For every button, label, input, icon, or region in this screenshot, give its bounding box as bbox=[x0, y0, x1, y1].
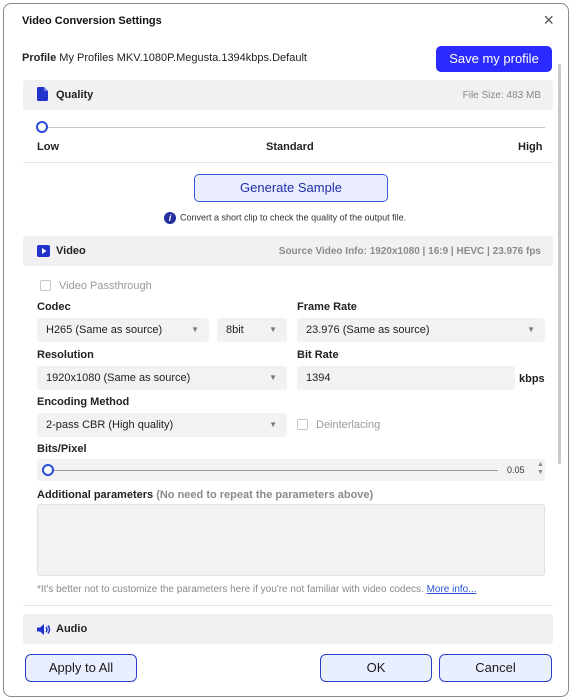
video-conversion-dialog: Video Conversion Settings × Profile My P… bbox=[3, 3, 569, 697]
spin-up-icon[interactable]: ▲ bbox=[537, 461, 544, 469]
close-icon[interactable]: × bbox=[543, 11, 554, 29]
document-icon bbox=[37, 87, 48, 101]
chevron-down-icon: ▼ bbox=[269, 373, 277, 382]
quality-low-label: Low bbox=[37, 141, 59, 153]
checkbox-box bbox=[297, 419, 308, 430]
quality-high-label: High bbox=[518, 141, 543, 153]
chevron-down-icon: ▼ bbox=[269, 420, 277, 429]
frame-rate-value: 23.976 (Same as source) bbox=[306, 324, 430, 336]
dialog-title: Video Conversion Settings bbox=[22, 15, 162, 27]
bits-per-pixel-label: Bits/Pixel bbox=[37, 443, 87, 455]
resolution-value: 1920x1080 (Same as source) bbox=[46, 372, 191, 384]
encoding-method-label: Encoding Method bbox=[37, 396, 130, 408]
audio-section-header[interactable]: Audio bbox=[23, 614, 553, 644]
info-icon: i bbox=[164, 212, 176, 224]
profile-label: Profile bbox=[22, 52, 57, 64]
encoding-method-value: 2-pass CBR (High quality) bbox=[46, 419, 174, 431]
additional-parameters-textarea[interactable] bbox=[37, 504, 545, 576]
divider bbox=[23, 162, 553, 163]
bit-rate-label: Bit Rate bbox=[297, 349, 339, 361]
additional-parameters-title: Additional parameters bbox=[37, 489, 154, 501]
video-passthrough-checkbox[interactable]: Video Passthrough bbox=[40, 280, 152, 292]
ok-button[interactable]: OK bbox=[320, 654, 432, 682]
chevron-down-icon: ▼ bbox=[269, 325, 277, 334]
video-section-header[interactable]: Video Source Video Info: 1920x1080 | 16:… bbox=[23, 236, 553, 266]
more-info-link[interactable]: More info... bbox=[427, 584, 477, 595]
frame-rate-label: Frame Rate bbox=[297, 301, 357, 313]
generate-hint-text: Convert a short clip to check the qualit… bbox=[180, 212, 407, 223]
bit-rate-value: 1394 bbox=[306, 372, 331, 384]
generate-sample-button[interactable]: Generate Sample bbox=[194, 174, 388, 202]
generate-hint: i Convert a short clip to check the quali… bbox=[164, 212, 406, 224]
quality-slider-handle[interactable] bbox=[36, 121, 48, 133]
title-bar: Video Conversion Settings × bbox=[4, 4, 568, 38]
codec-select[interactable]: H265 (Same as source) ▼ bbox=[37, 318, 209, 342]
quality-title: Quality bbox=[56, 89, 94, 101]
codec-value: H265 (Same as source) bbox=[46, 324, 163, 336]
cancel-button[interactable]: Cancel bbox=[439, 654, 552, 682]
audio-title: Audio bbox=[56, 623, 88, 635]
apply-to-all-button[interactable]: Apply to All bbox=[25, 654, 137, 682]
quality-slider-track[interactable] bbox=[42, 127, 545, 128]
bit-depth-value: 8bit bbox=[226, 324, 244, 336]
spin-down-icon[interactable]: ▼ bbox=[537, 469, 544, 477]
encoding-method-select[interactable]: 2-pass CBR (High quality) ▼ bbox=[37, 413, 287, 437]
parameters-note-text: *It's better not to customize the parame… bbox=[37, 584, 424, 595]
file-size: File Size: 483 MB bbox=[462, 90, 541, 101]
bits-per-pixel-slider-track[interactable] bbox=[48, 470, 498, 471]
additional-parameters-label: Additional parameters (No need to repeat… bbox=[37, 489, 373, 501]
bit-rate-unit: kbps bbox=[519, 373, 545, 385]
additional-parameters-sub: (No need to repeat the parameters above) bbox=[156, 489, 374, 501]
bits-per-pixel-value[interactable]: 0.05 bbox=[507, 465, 525, 475]
bit-rate-input[interactable]: 1394 bbox=[297, 366, 515, 390]
quality-standard-label: Standard bbox=[266, 141, 314, 153]
video-passthrough-label: Video Passthrough bbox=[59, 280, 152, 292]
quality-section-header[interactable]: Quality File Size: 483 MB bbox=[23, 80, 553, 110]
profile-value: My Profiles MKV.1080P.Megusta.1394kbps.D… bbox=[59, 52, 307, 64]
source-video-info: Source Video Info: 1920x1080 | 16:9 | HE… bbox=[278, 246, 541, 257]
speaker-icon bbox=[37, 624, 51, 635]
frame-rate-select[interactable]: 23.976 (Same as source) ▼ bbox=[297, 318, 545, 342]
bits-per-pixel-slider-handle[interactable] bbox=[42, 464, 54, 476]
video-play-icon bbox=[37, 245, 50, 257]
resolution-label: Resolution bbox=[37, 349, 94, 361]
resolution-select[interactable]: 1920x1080 (Same as source) ▼ bbox=[37, 366, 287, 390]
deinterlacing-checkbox[interactable]: Deinterlacing bbox=[297, 419, 380, 431]
deinterlacing-label: Deinterlacing bbox=[316, 419, 381, 431]
codec-label: Codec bbox=[37, 301, 71, 313]
profile-row: Profile My Profiles MKV.1080P.Megusta.13… bbox=[22, 52, 307, 64]
divider bbox=[23, 605, 553, 606]
chevron-down-icon: ▼ bbox=[527, 325, 535, 334]
chevron-down-icon: ▼ bbox=[191, 325, 199, 334]
scrollbar[interactable] bbox=[558, 64, 561, 464]
save-profile-button[interactable]: Save my profile bbox=[436, 46, 552, 72]
bits-per-pixel-spinner[interactable]: ▲ ▼ bbox=[537, 461, 544, 477]
video-title: Video bbox=[56, 245, 86, 257]
parameters-note: *It's better not to customize the parame… bbox=[37, 584, 477, 595]
checkbox-box bbox=[40, 280, 51, 291]
bit-depth-select[interactable]: 8bit ▼ bbox=[217, 318, 287, 342]
